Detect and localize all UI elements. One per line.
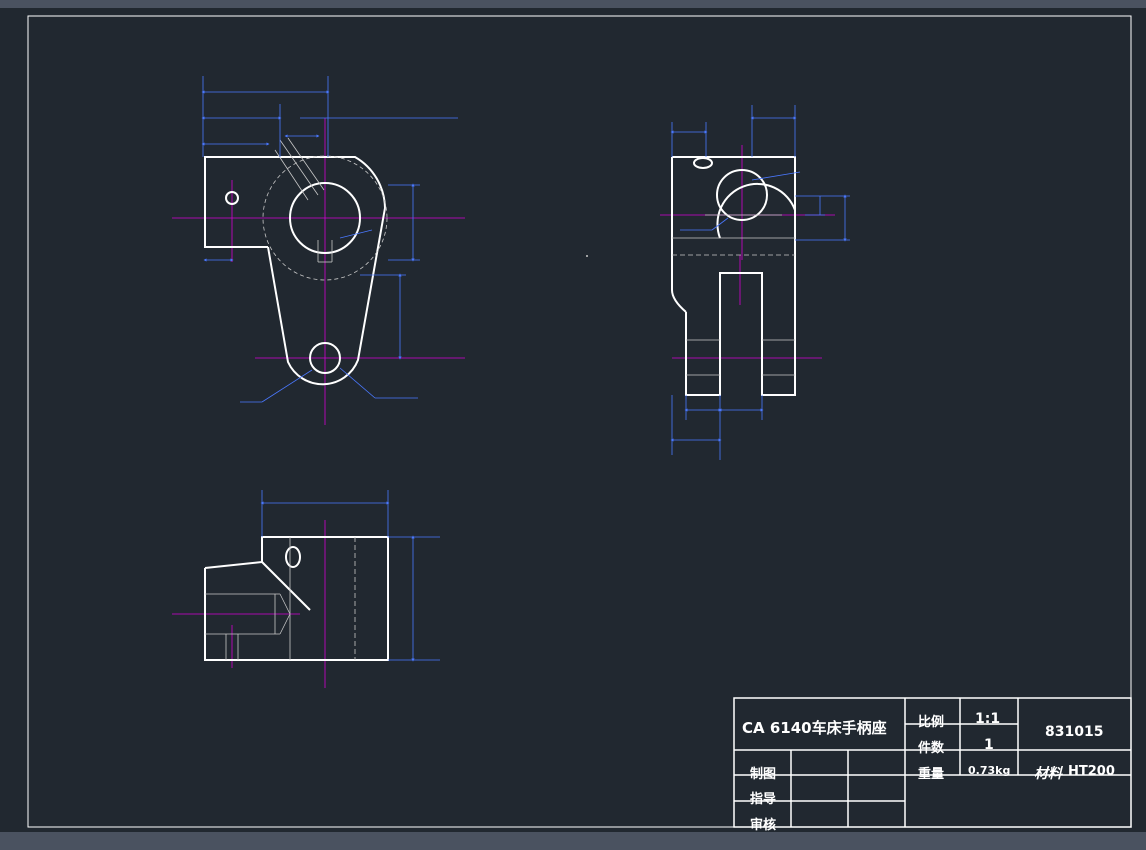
material-label: 材料 bbox=[1034, 766, 1062, 782]
front-view bbox=[172, 76, 465, 425]
side-view-outline bbox=[671, 156, 796, 396]
side-view-thin-lines bbox=[672, 214, 795, 376]
scale-value: 1:1 bbox=[975, 711, 1001, 727]
front-view-dimensions bbox=[201, 76, 458, 403]
weight-label: 重量 bbox=[918, 767, 945, 782]
window-top-bar bbox=[0, 0, 1146, 8]
cad-canvas[interactable]: CA 6140车床手柄座 比例 1:1 件数 1 831015 重量 0.73k… bbox=[0, 8, 1146, 833]
guided-label: 指导 bbox=[750, 792, 777, 807]
window-bottom-bar bbox=[0, 832, 1146, 850]
drawing-sheet bbox=[27, 15, 1132, 828]
drawing-number: 831015 bbox=[1045, 724, 1104, 740]
top-view-thin-lines bbox=[205, 537, 356, 660]
front-view-outline bbox=[204, 156, 386, 386]
reviewed-label: 审核 bbox=[750, 818, 777, 833]
top-view-outline bbox=[204, 536, 389, 661]
quantity-label: 件数 bbox=[918, 741, 945, 756]
quantity-value: 1 bbox=[984, 737, 994, 753]
top-view-dimensions bbox=[260, 490, 440, 662]
material-value: HT200 bbox=[1068, 764, 1115, 779]
weight-value: 0.73kg bbox=[968, 764, 1011, 777]
side-view bbox=[660, 105, 850, 460]
drawn-label: 制图 bbox=[750, 767, 777, 782]
drawing-border bbox=[27, 15, 1132, 828]
top-view bbox=[172, 490, 440, 688]
front-view-centerlines bbox=[172, 118, 465, 425]
part-name: CA 6140车床手柄座 bbox=[742, 719, 887, 737]
top-view-centerlines bbox=[172, 520, 326, 688]
scale-label: 比例 bbox=[918, 715, 945, 730]
